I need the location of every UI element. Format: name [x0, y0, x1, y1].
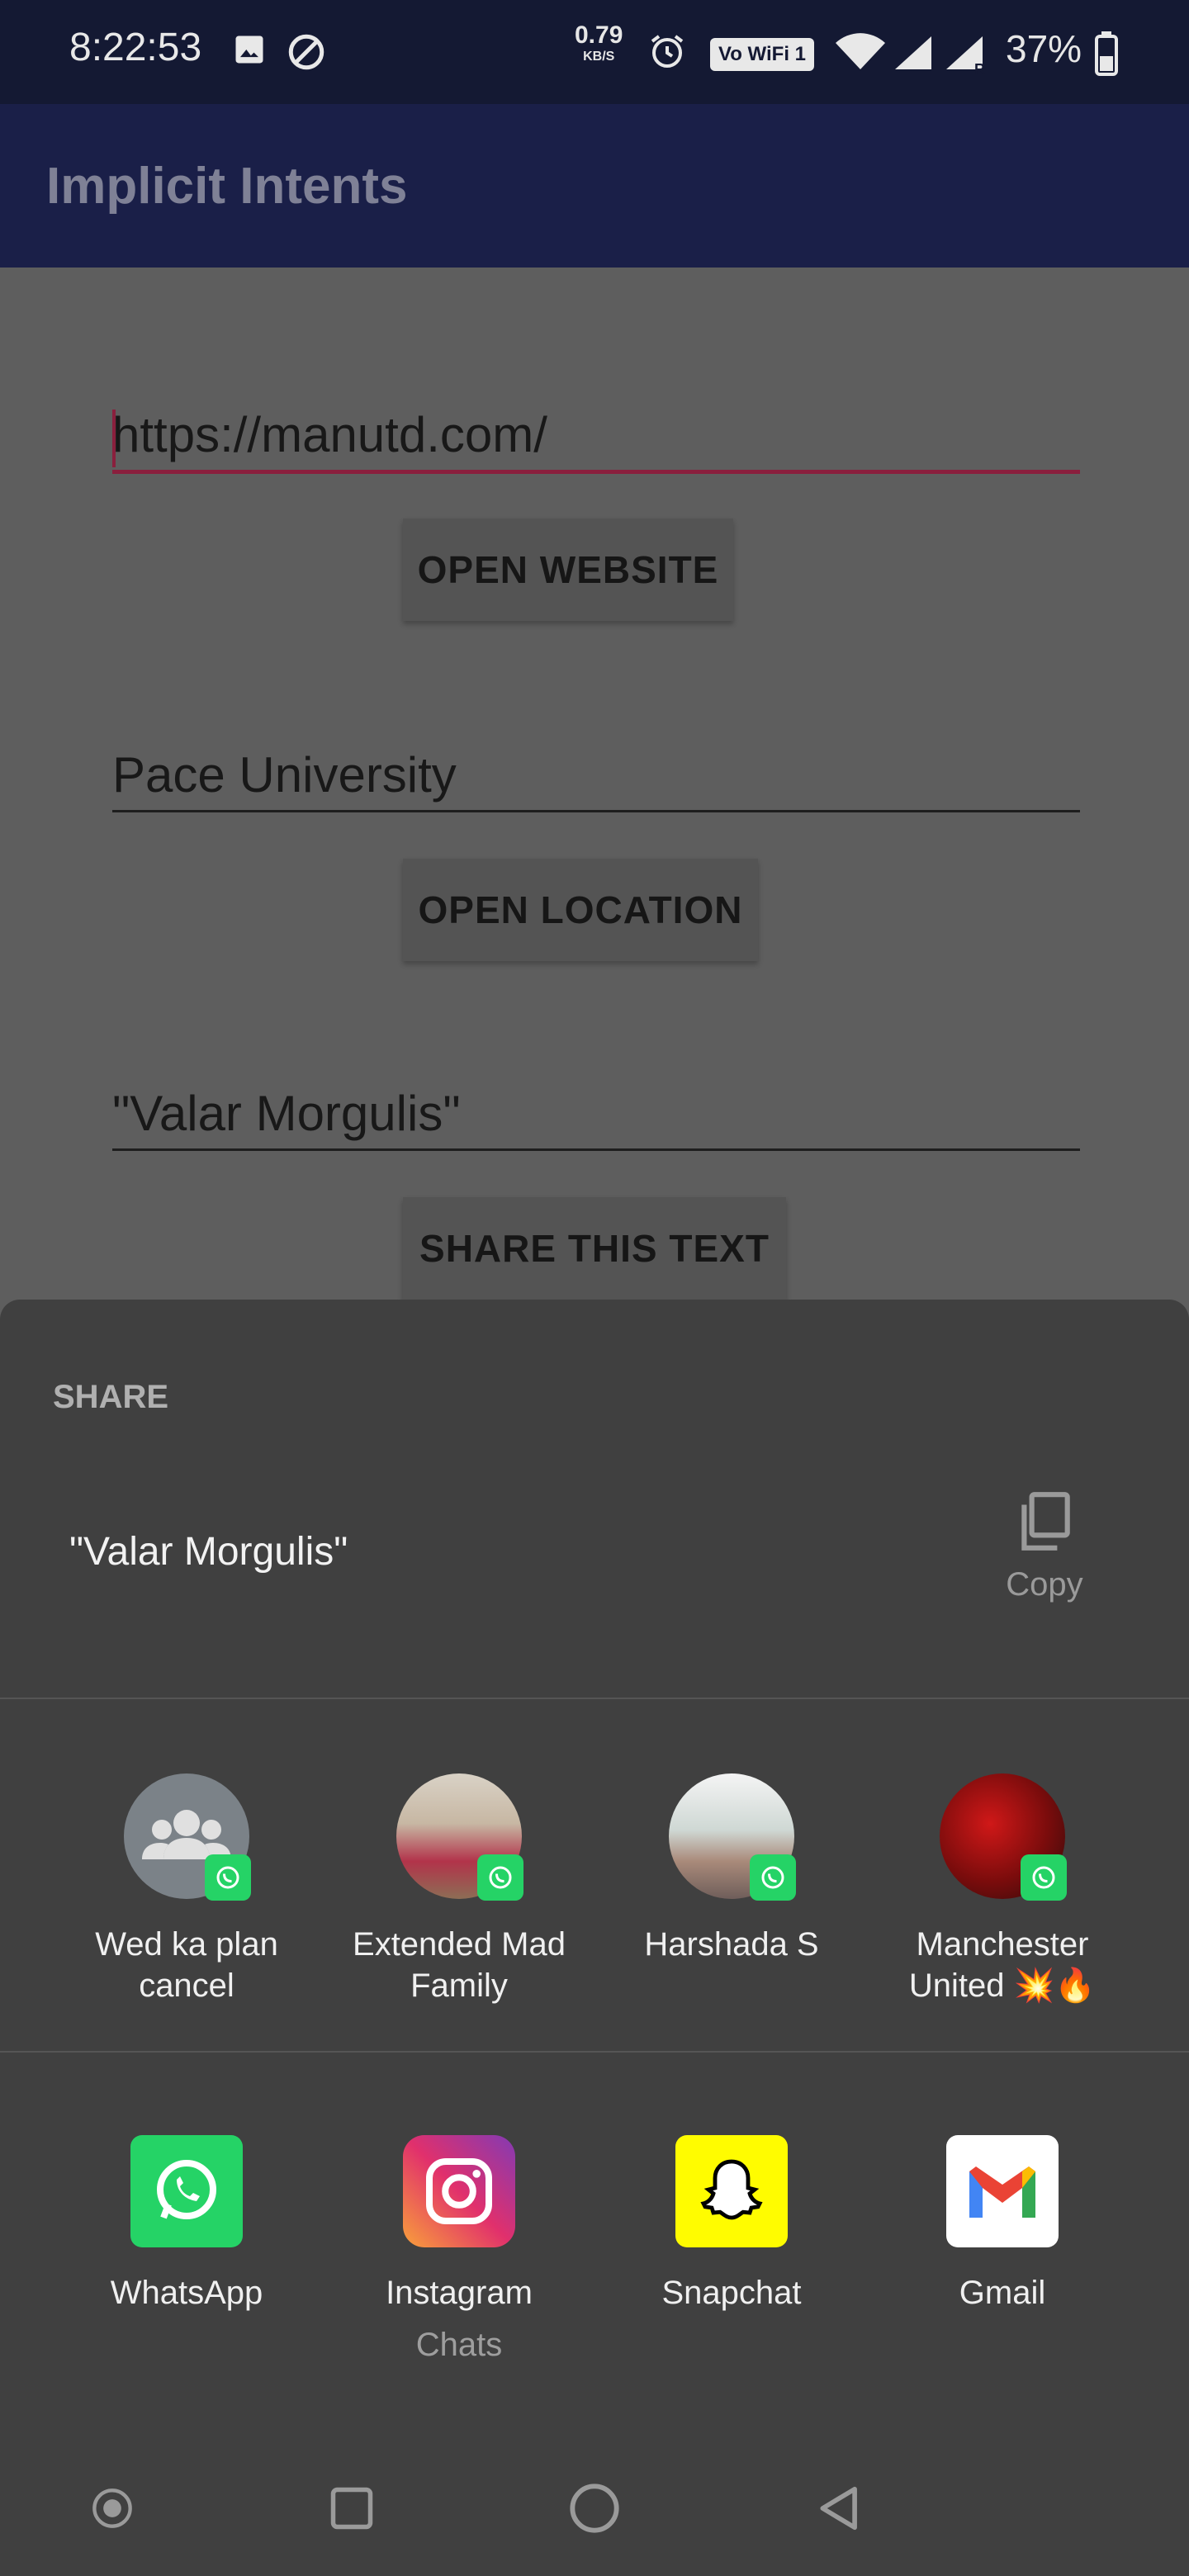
- navigation-bar: [0, 2411, 1189, 2576]
- wifi-icon: [834, 33, 887, 77]
- svg-text:R: R: [974, 61, 985, 74]
- clock: 8:22:53: [69, 26, 202, 69]
- target-name: Wed ka plan cancel: [95, 1926, 278, 2004]
- whatsapp-badge-icon: [205, 1854, 251, 1901]
- signal-icon: [892, 33, 935, 77]
- share-text-input[interactable]: "Valar Morgulis": [112, 1085, 1080, 1151]
- main-content: https://manutd.com/ OPEN WEBSITE Pace Un…: [0, 268, 1189, 1308]
- app-name: Gmail: [959, 2275, 1046, 2311]
- app-subtitle: Chats: [415, 2327, 503, 2363]
- app-bar: Implicit Intents: [0, 104, 1189, 268]
- vowifi-badge: Vo WiFi 1: [710, 38, 815, 71]
- location-input[interactable]: Pace University: [112, 746, 1080, 812]
- app-name: Instagram: [386, 2275, 533, 2311]
- share-sheet: SHARE "Valar Morgulis" Copy Wed ka plan c…: [0, 1300, 1189, 2576]
- app-target-whatsapp[interactable]: WhatsApp: [63, 2135, 310, 2313]
- direct-share-target[interactable]: Wed ka plan cancel: [63, 1773, 310, 2006]
- recents-button-icon[interactable]: [327, 2484, 377, 2537]
- battery-percent: 37%: [1006, 27, 1082, 70]
- group-avatar: [124, 1773, 251, 1901]
- instagram-icon: [403, 2135, 515, 2247]
- target-name: Extended Mad Family: [353, 1926, 566, 2004]
- divider: [0, 1698, 1189, 1699]
- target-name: Harshada S: [644, 1926, 819, 1963]
- app-title: Implicit Intents: [46, 158, 408, 215]
- app-target-gmail[interactable]: Gmail: [879, 2135, 1126, 2313]
- app-target-instagram[interactable]: Instagram Chats: [335, 2135, 583, 2364]
- share-this-text-button[interactable]: SHARE THIS TEXT: [403, 1197, 786, 1300]
- copy-label: Copy: [1006, 1566, 1083, 1603]
- battery-icon: [1095, 31, 1118, 80]
- url-input-value: https://manutd.com/: [112, 407, 547, 462]
- snapchat-icon: [675, 2135, 788, 2247]
- whatsapp-icon: [130, 2135, 243, 2247]
- share-text-input-value: "Valar Morgulis": [112, 1086, 461, 1141]
- contact-photo-avatar: [669, 1773, 796, 1901]
- app-name: WhatsApp: [110, 2275, 263, 2311]
- whatsapp-badge-icon: [1021, 1854, 1067, 1901]
- gallery-notification-icon: [231, 31, 268, 72]
- direct-share-target[interactable]: Extended Mad Family: [335, 1773, 583, 2006]
- data-saver-icon: [286, 31, 327, 77]
- whatsapp-badge-icon: [477, 1854, 523, 1901]
- whatsapp-badge-icon: [750, 1854, 796, 1901]
- network-speed: 0.79 KB/S: [575, 21, 623, 64]
- group-photo-avatar: [396, 1773, 523, 1901]
- alarm-icon: [647, 31, 687, 75]
- screen-record-dot-icon[interactable]: [91, 2487, 134, 2534]
- copy-button[interactable]: Copy: [999, 1489, 1090, 1603]
- url-input[interactable]: https://manutd.com/: [112, 406, 1080, 474]
- text-caret: [112, 410, 116, 467]
- divider: [0, 2051, 1189, 2053]
- back-button-icon[interactable]: [814, 2482, 865, 2539]
- signal-roaming-icon: R: [943, 33, 989, 78]
- status-bar: 8:22:53 0.79 KB/S Vo WiFi 1 R 37%: [0, 0, 1189, 104]
- direct-share-target[interactable]: Manchester United 💥🔥: [879, 1773, 1126, 2006]
- location-input-value: Pace University: [112, 747, 457, 803]
- open-location-button[interactable]: OPEN LOCATION: [403, 859, 758, 961]
- target-name: Manchester United 💥🔥: [908, 1926, 1097, 2004]
- group-photo-avatar: [940, 1773, 1067, 1901]
- open-website-button[interactable]: OPEN WEBSITE: [403, 519, 733, 621]
- copy-icon: [1013, 1492, 1076, 1559]
- app-target-snapchat[interactable]: Snapchat: [608, 2135, 855, 2313]
- gmail-icon: [946, 2135, 1059, 2247]
- shared-text-preview: "Valar Morgulis": [69, 1530, 348, 1574]
- home-button-icon[interactable]: [568, 2482, 621, 2539]
- direct-share-target[interactable]: Harshada S: [608, 1773, 855, 1965]
- share-sheet-title: SHARE: [53, 1379, 169, 1415]
- app-name: Snapchat: [661, 2275, 802, 2311]
